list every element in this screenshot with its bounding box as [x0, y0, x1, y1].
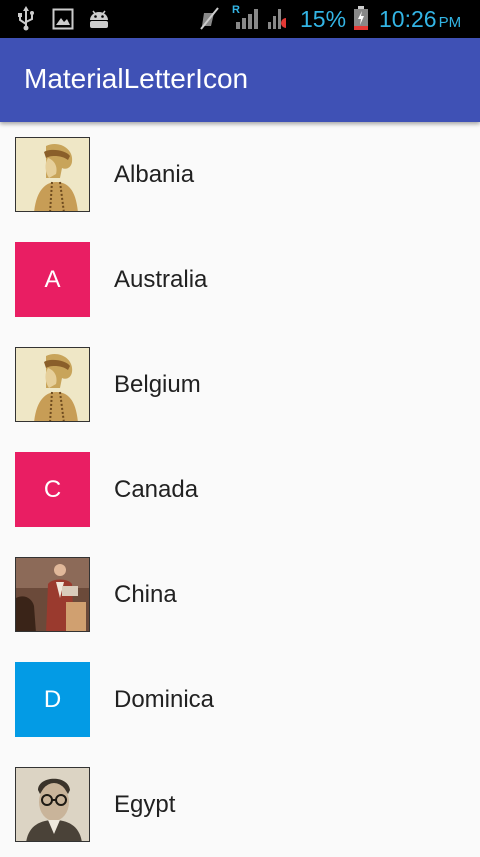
- country-name: China: [114, 581, 177, 608]
- vintage-woman-portrait: [15, 347, 90, 422]
- letter-icon: A: [15, 242, 90, 317]
- clock-ampm: PM: [438, 14, 462, 31]
- status-bar: R 15% 10:26 PM: [0, 0, 480, 38]
- android-icon: [87, 0, 111, 38]
- battery-percent: 15%: [300, 6, 347, 32]
- letter-icon: C: [15, 452, 90, 527]
- country-list[interactable]: Albania A Australia Belgium C Canada Chi…: [0, 122, 480, 857]
- list-item-australia[interactable]: A Australia: [0, 227, 480, 332]
- man-glasses-portrait: [15, 767, 90, 842]
- clock-time: 10:26: [379, 6, 437, 32]
- man-speaking-portrait: [15, 557, 90, 632]
- list-item-dominica[interactable]: D Dominica: [0, 647, 480, 752]
- app-title: MaterialLetterIcon: [24, 63, 249, 94]
- image-icon: [52, 0, 74, 38]
- svg-text:R: R: [232, 4, 240, 16]
- vintage-woman-portrait: [15, 137, 90, 212]
- mute-icon: [198, 0, 222, 38]
- country-name: Dominica: [114, 686, 215, 713]
- list-item-albania[interactable]: Albania: [0, 122, 480, 227]
- app-bar: MaterialLetterIcon: [0, 38, 480, 122]
- list-item-china[interactable]: China: [0, 542, 480, 647]
- battery-icon: [352, 0, 370, 38]
- list-item-canada[interactable]: C Canada: [0, 437, 480, 542]
- country-name: Canada: [114, 476, 199, 503]
- list-item-belgium[interactable]: Belgium: [0, 332, 480, 437]
- letter-icon: D: [15, 662, 90, 737]
- list-item-egypt[interactable]: Egypt: [0, 752, 480, 857]
- country-name: Egypt: [114, 791, 176, 818]
- signal-icon: R: [228, 0, 286, 38]
- country-name: Albania: [114, 161, 195, 188]
- country-name: Belgium: [114, 371, 201, 398]
- country-name: Australia: [114, 266, 208, 293]
- clock: 10:26 PM: [379, 5, 461, 37]
- usb-icon: [16, 0, 36, 38]
